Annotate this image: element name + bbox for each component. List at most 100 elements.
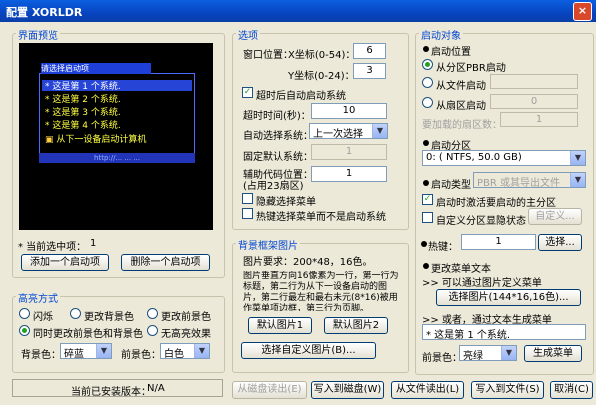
custom-visibility-button[interactable]: 自定义... bbox=[528, 208, 582, 225]
timeout-checkbox[interactable]: ✓ bbox=[242, 87, 253, 98]
change-both-radio[interactable] bbox=[19, 325, 30, 336]
aux-code-input[interactable]: 1 bbox=[311, 166, 387, 182]
file-path-input[interactable] bbox=[490, 74, 578, 89]
preview-status: http://... ... ... bbox=[39, 153, 195, 163]
y-coord-label: Y坐标(0-24)： bbox=[288, 71, 355, 82]
read-disk-button[interactable]: 从磁盘读出(E) bbox=[232, 381, 307, 399]
auto-select-dropdown[interactable]: 上一次选择 ▼ bbox=[309, 123, 388, 140]
menu-fg-label: 前景色： bbox=[422, 353, 462, 364]
y-coord-input[interactable]: 3 bbox=[353, 63, 386, 79]
activate-partition-label: 启动时激活要启动的主分区 bbox=[436, 198, 556, 209]
no-highlight-label: 无高亮效果 bbox=[161, 329, 211, 340]
preview-title: 请选择启动项 bbox=[41, 63, 151, 74]
chevron-down-icon: ▼ bbox=[96, 344, 111, 358]
choose-menu-image-button[interactable]: 选择图片(144*16,16色)... bbox=[436, 289, 581, 306]
delete-boot-item-button[interactable]: 删除一个启动项 bbox=[121, 254, 210, 271]
from-file-label: 从文件启动 bbox=[436, 81, 486, 92]
aux-code-sub-label: (占用23扇区) bbox=[243, 181, 304, 192]
chevron-down-icon: ▼ bbox=[501, 346, 516, 360]
hotkey-input[interactable]: 1 bbox=[461, 234, 536, 250]
hide-menu-checkbox[interactable] bbox=[242, 193, 253, 204]
window-position-label: 窗口位置： bbox=[243, 50, 293, 61]
change-both-label: 同时更改前景色和背景色 bbox=[33, 329, 143, 340]
bullet-icon bbox=[423, 180, 429, 186]
by-image-label: >> 可以通过图片定义菜单 bbox=[422, 278, 542, 289]
from-pbr-label: 从分区PBR启动 bbox=[436, 63, 506, 74]
preview-next-device: ▣ 从下一设备启动计算机 bbox=[45, 135, 147, 145]
default-image-1-button[interactable]: 默认图片1 bbox=[248, 317, 312, 334]
bg-image-group-title: 背景框架图片 bbox=[236, 237, 300, 252]
hide-menu-label: 隐藏选择菜单 bbox=[256, 197, 316, 208]
add-boot-item-button[interactable]: 添加一个启动项 bbox=[21, 254, 109, 271]
preview-group-title: 界面预览 bbox=[16, 27, 60, 42]
image-requirement: 图片要求：200*48，16色。 bbox=[243, 257, 373, 268]
generate-menu-button[interactable]: 生成菜单 bbox=[524, 345, 582, 362]
chevron-down-icon: ▼ bbox=[372, 124, 387, 138]
window-title: 配置 XORLDR bbox=[6, 6, 83, 19]
custom-visibility-label: 自定义分区显隐状态 bbox=[436, 216, 526, 227]
custom-visibility-checkbox[interactable] bbox=[422, 212, 433, 223]
current-label: * 当前选中项： bbox=[18, 242, 87, 253]
hotkey-select-button[interactable]: 选择... bbox=[538, 234, 582, 251]
fixed-default-input[interactable]: 1 bbox=[311, 144, 387, 160]
sectors-count-input[interactable]: 1 bbox=[500, 112, 578, 127]
installed-version-label: 当前已安装版本： bbox=[71, 387, 151, 398]
image-description: 图片垂直方向16像素为一行，第一行为标题，第二行为从下一设备启动的图片，第二行最… bbox=[243, 271, 399, 311]
blink-radio[interactable] bbox=[19, 308, 30, 319]
boot-target-group-title: 启动对象 bbox=[419, 27, 463, 42]
timeout-label: 超时时间(秒)： bbox=[243, 111, 311, 122]
installed-version-box: 当前已安装版本： N/A bbox=[12, 379, 223, 398]
bullet-icon bbox=[421, 241, 427, 247]
chevron-down-icon: ▼ bbox=[570, 173, 585, 187]
read-file-button[interactable]: 从文件读出(L) bbox=[391, 381, 464, 399]
blink-label: 闪烁 bbox=[33, 312, 53, 323]
hotkey-label: 热键： bbox=[428, 242, 458, 253]
close-button[interactable]: × bbox=[573, 2, 592, 21]
bg-color-label: 背景色： bbox=[21, 350, 61, 361]
cancel-button[interactable]: 取消(C) bbox=[550, 381, 593, 399]
title-bar: 配置 XORLDR × bbox=[0, 0, 596, 22]
fixed-default-label: 固定默认系统： bbox=[243, 152, 313, 163]
computer-icon: ▣ bbox=[45, 135, 54, 145]
boot-position-label: 启动位置 bbox=[431, 47, 471, 58]
sector-input[interactable]: 0 bbox=[490, 94, 578, 109]
installed-version-value: N/A bbox=[147, 383, 165, 394]
preview-item: * 这是第 2 个系统. bbox=[45, 95, 121, 105]
hotkey-menu-checkbox[interactable] bbox=[242, 208, 253, 219]
bg-color-select[interactable]: 碎蓝 ▼ bbox=[60, 343, 112, 360]
default-image-2-button[interactable]: 默认图片2 bbox=[324, 317, 388, 334]
current-value: 1 bbox=[90, 238, 97, 249]
chevron-down-icon: ▼ bbox=[194, 344, 209, 358]
x-coord-input[interactable]: 6 bbox=[353, 43, 386, 59]
x-coord-label: X坐标(0-54)： bbox=[288, 50, 356, 61]
from-sector-radio[interactable] bbox=[422, 97, 433, 108]
partition-select[interactable]: 0: ( NTFS, 50.0 GB) ▼ bbox=[422, 150, 586, 166]
options-group-title: 选项 bbox=[236, 27, 260, 42]
change-bg-radio[interactable] bbox=[70, 308, 81, 319]
boot-type-label: 启动类型 bbox=[431, 180, 471, 191]
write-disk-button[interactable]: 写入到磁盘(W) bbox=[311, 381, 384, 399]
fg-color-select[interactable]: 白色 ▼ bbox=[160, 343, 210, 360]
menu-text-input[interactable]: * 这是第 1 个系统. bbox=[422, 324, 586, 340]
custom-image-button[interactable]: 选择自定义图片(B)... bbox=[241, 342, 376, 359]
hotkey-menu-label: 热键选择菜单而不是启动系统 bbox=[256, 212, 386, 223]
change-fg-radio[interactable] bbox=[147, 308, 158, 319]
preview-item: * 这是第 3 个系统. bbox=[45, 108, 121, 118]
chevron-down-icon: ▼ bbox=[570, 151, 585, 165]
boot-type-select[interactable]: PBR 或其导出文件 ▼ bbox=[473, 172, 586, 189]
highlight-group-title: 高亮方式 bbox=[16, 290, 60, 305]
fg-color-label: 前景色： bbox=[121, 350, 161, 361]
preview-item: * 这是第 1 个系统. bbox=[45, 82, 121, 92]
bullet-icon bbox=[423, 46, 429, 52]
write-file-button[interactable]: 写入到文件(S) bbox=[471, 381, 544, 399]
preview-screen: 请选择启动项 * 这是第 1 个系统. * 这是第 2 个系统. * 这是第 3… bbox=[19, 43, 213, 230]
from-file-radio[interactable] bbox=[422, 77, 433, 88]
menu-fg-select[interactable]: 亮绿 ▼ bbox=[459, 345, 517, 362]
timeout-input[interactable]: 10 bbox=[311, 103, 387, 119]
menu-text-label: 更改菜单文本 bbox=[431, 264, 491, 275]
change-bg-label: 更改背景色 bbox=[84, 312, 134, 323]
no-highlight-radio[interactable] bbox=[147, 325, 158, 336]
from-pbr-radio[interactable] bbox=[422, 59, 433, 70]
change-fg-label: 更改前景色 bbox=[161, 312, 211, 323]
activate-partition-checkbox[interactable]: ✓ bbox=[422, 194, 433, 205]
